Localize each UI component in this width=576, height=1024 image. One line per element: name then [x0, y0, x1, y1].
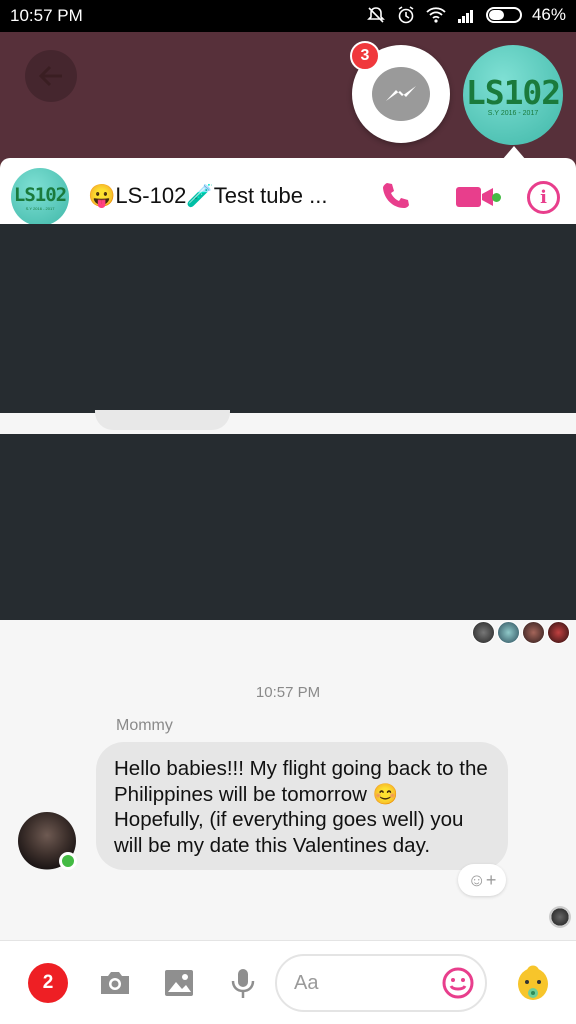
- avatar: [522, 621, 545, 644]
- group-logo-text: LS102: [465, 73, 561, 112]
- seen-by-avatars: [472, 621, 570, 644]
- phone-icon[interactable]: [380, 180, 412, 212]
- message-timestamp: 10:57 PM: [255, 684, 321, 701]
- status-icons: 46%: [366, 5, 566, 25]
- avatar: [472, 621, 495, 644]
- avatar: [547, 621, 570, 644]
- video-call-icon[interactable]: [456, 185, 494, 209]
- status-time: 10:57 PM: [10, 6, 83, 25]
- battery-percent: 46%: [531, 5, 566, 24]
- avatar-logo-text: LS102: [13, 183, 67, 206]
- baby-sticker-icon[interactable]: [513, 962, 553, 1004]
- redacted-block: [0, 434, 576, 620]
- add-reaction-button[interactable]: ☺+: [458, 864, 506, 896]
- message-bubble-partial: [95, 410, 230, 430]
- battery-icon: [485, 7, 522, 23]
- camera-icon[interactable]: [98, 966, 132, 1000]
- message-bubble[interactable]: Hello babies!!! My flight going back to …: [96, 742, 508, 870]
- messenger-unread-badge: 3: [350, 41, 380, 71]
- mute-icon: [367, 7, 385, 23]
- arrow-left-icon: [38, 65, 62, 87]
- conversation-title[interactable]: 😛LS-102🧪Test tube ...: [88, 183, 327, 209]
- more-actions-button[interactable]: 2: [28, 963, 68, 1003]
- microphone-icon[interactable]: [226, 966, 260, 1000]
- messenger-icon: [372, 67, 430, 121]
- group-logo-subtext: S.Y 2016 - 2017: [487, 110, 539, 117]
- status-bar: 10:57 PM 46%: [0, 0, 576, 32]
- signal-icon: [457, 10, 473, 23]
- redacted-block: [0, 224, 576, 413]
- back-button[interactable]: [25, 50, 77, 102]
- wifi-icon: [426, 7, 446, 23]
- avatar-logo-subtext: S.Y 2016 - 2017: [25, 205, 55, 211]
- active-dot: [492, 193, 501, 202]
- conversation-header: LS102 S.Y 2016 - 2017 😛LS-102🧪Test tube …: [0, 158, 576, 226]
- group-chat-head[interactable]: LS102 S.Y 2016 - 2017: [463, 45, 563, 145]
- online-indicator: [59, 852, 77, 870]
- message-input-placeholder: Aa: [294, 972, 319, 994]
- alarm-icon: [398, 6, 414, 24]
- avatar: [497, 621, 520, 644]
- group-avatar[interactable]: LS102 S.Y 2016 - 2017: [11, 168, 69, 226]
- read-receipt-avatar: [549, 906, 571, 928]
- info-icon[interactable]: i: [527, 181, 560, 214]
- sender-name: Mommy: [116, 717, 173, 734]
- emoji-icon[interactable]: [441, 966, 475, 1000]
- gallery-icon[interactable]: [162, 966, 196, 1000]
